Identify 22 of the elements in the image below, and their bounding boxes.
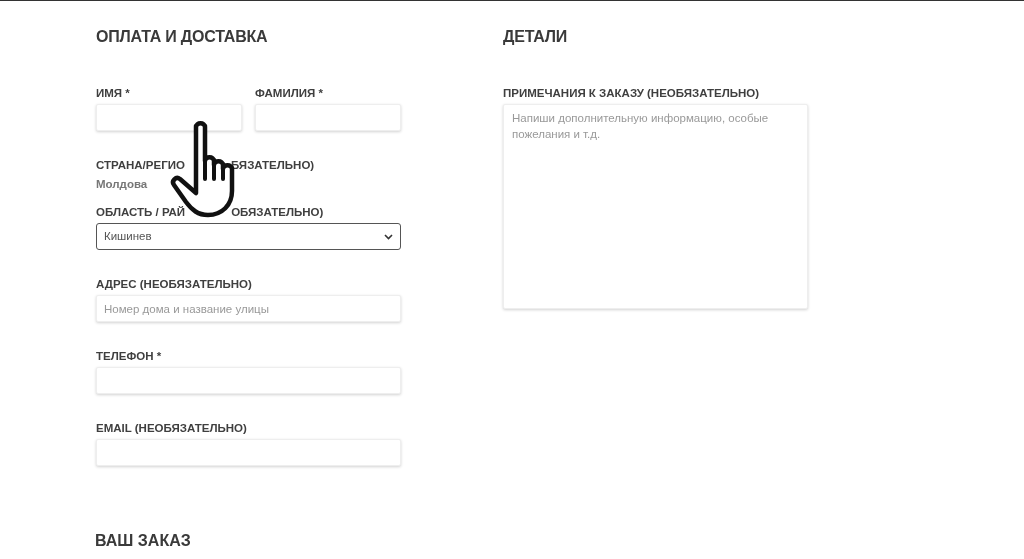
field-label: ОБЛАСТЬ / РАЙ [96,206,186,219]
select-field[interactable]: Кишинев [96,223,401,251]
textarea-field[interactable]: Напиши дополнительную информацию, особые пожелания и т.д. [503,104,808,310]
field-label: ТЕЛЕФОН * [96,349,163,364]
country-value: Молдова [96,177,149,193]
section-heading: ОПЛАТА И ДОСТАВКА [96,27,269,47]
input-field[interactable] [96,367,401,395]
section-heading: ДЕТАЛИ [503,27,569,47]
field-label: ФАМИЛИЯ * [255,86,324,101]
field-label: АДРЕС (НЕОБЯЗАТЕЛЬНО) [96,277,253,292]
input-field[interactable] [255,104,401,132]
input-field[interactable] [96,104,242,132]
field-label: ПРИМЕЧАНИЯ К ЗАКАЗУ (НЕОБЯЗАТЕЛЬНО) [503,86,761,101]
field-label: ОБЯЗАТЕЛЬНО) [231,206,324,219]
field-label: БЯЗАТЕЛЬНО) [230,159,315,172]
input-field[interactable] [96,439,401,467]
input-field[interactable]: Номер дома и название улицы [96,295,401,323]
field-label: СТРАНА/РЕГИО [96,159,185,172]
section-heading: ВАШ ЗАКАЗ [95,531,191,551]
field-label: EMAIL (НЕОБЯЗАТЕЛЬНО) [96,421,248,436]
field-label: ИМЯ * [96,86,131,101]
chevron-down-icon [384,233,393,240]
